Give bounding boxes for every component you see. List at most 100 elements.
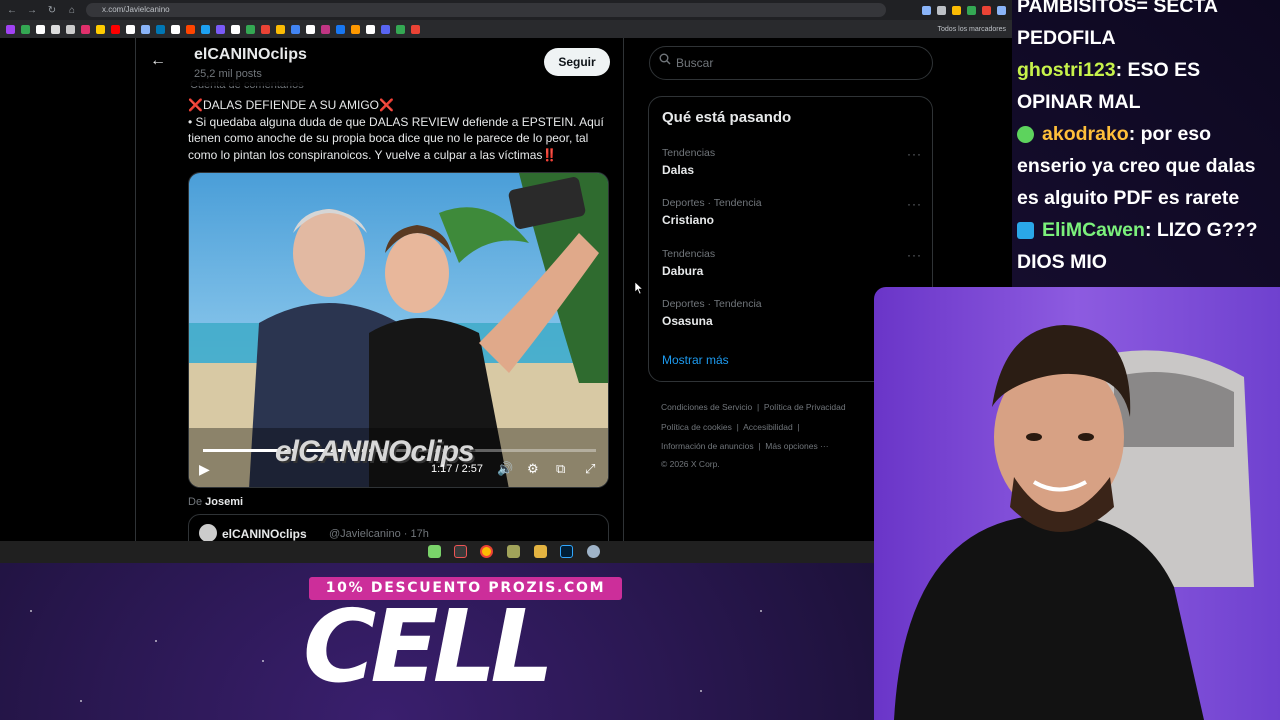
footer-divider: | xyxy=(795,421,800,432)
trends-title: Qué está pasando xyxy=(662,109,792,126)
bookmark-icon[interactable] xyxy=(111,24,120,34)
volume-icon[interactable]: 🔊 xyxy=(497,461,513,477)
bookmark-icon[interactable] xyxy=(231,24,240,34)
follow-button[interactable]: Seguir xyxy=(544,48,610,76)
bookmark-icon[interactable] xyxy=(156,24,165,34)
bookmark-icon[interactable] xyxy=(276,24,285,34)
more-options-icon[interactable]: ··· xyxy=(907,147,922,161)
footer-accessibility-link[interactable]: Accesibilidad xyxy=(743,422,793,432)
quoted-post[interactable]: elCANINOclips @Javielcanino · 17h xyxy=(188,514,609,543)
pip-icon[interactable]: ⧉ xyxy=(556,461,565,477)
footer-divider: | xyxy=(754,402,764,412)
chat-message: PAMBISITOS= SECTA PEDOFILA xyxy=(1017,0,1218,49)
more-options-icon[interactable]: ··· xyxy=(907,248,922,262)
profile-timeline: Cuenta de comentarios ← elCANINOclips 25… xyxy=(135,38,624,543)
star-icon[interactable] xyxy=(952,5,961,15)
webcam-image xyxy=(874,287,1280,720)
taskbar-app-icon[interactable] xyxy=(454,545,467,558)
bookmark-icon[interactable] xyxy=(201,24,210,34)
bookmark-icon[interactable] xyxy=(381,24,390,34)
extension-icons xyxy=(922,5,1006,15)
play-icon[interactable]: ▶ xyxy=(199,461,210,478)
bookmark-icon[interactable] xyxy=(306,24,315,34)
promo-title: CELL xyxy=(303,588,554,705)
trend-name: Cristiano xyxy=(662,213,715,227)
bookmark-icon[interactable] xyxy=(186,24,195,34)
chrome-icon[interactable] xyxy=(480,545,493,558)
taskbar xyxy=(0,541,1012,563)
chat-message: EliMCawen: LIZO G??? DIOS MIO xyxy=(1017,214,1280,278)
home-icon[interactable]: ⌂ xyxy=(66,5,78,16)
extension-icon[interactable] xyxy=(982,5,991,15)
bookmarks-folder[interactable]: Todos los marcadores xyxy=(938,26,1006,33)
footer-terms-link[interactable]: Condiciones de Servicio xyxy=(661,402,752,412)
reload-icon[interactable]: ↻ xyxy=(46,5,58,16)
video-player[interactable]: elCANINOclips ▶ 1:17 / 2:57 🔊 ⚙ ⧉ ⤢ xyxy=(188,172,609,488)
chat-username: EliMCawen xyxy=(1042,219,1145,241)
avatar[interactable] xyxy=(199,524,217,542)
taskbar-app-icon[interactable] xyxy=(428,545,441,558)
extension-icon[interactable] xyxy=(922,5,931,15)
profile-name: elCANINOclips xyxy=(194,46,307,63)
footer-ads-link[interactable]: Información de anuncios xyxy=(661,441,754,451)
star-decoration xyxy=(700,690,702,692)
settings-gear-icon[interactable]: ⚙ xyxy=(527,461,539,477)
bookmark-icon[interactable] xyxy=(396,24,405,34)
more-options-icon[interactable]: ··· xyxy=(907,197,922,211)
browser-window: ← → ↻ ⌂ x.com/Javielcanino Todos los mar… xyxy=(0,0,1012,563)
bookmark-icon[interactable] xyxy=(321,24,330,34)
bookmark-icon[interactable] xyxy=(6,24,15,34)
bookmark-icon[interactable] xyxy=(81,24,90,34)
fullscreen-icon[interactable]: ⤢ xyxy=(585,461,595,477)
star-decoration xyxy=(262,660,264,662)
cube-badge-icon xyxy=(1017,222,1034,240)
trend-item[interactable]: Tendencias Dabura ··· xyxy=(662,248,922,288)
bookmark-icon[interactable] xyxy=(246,24,255,34)
bookmark-icon[interactable] xyxy=(366,24,375,34)
show-more-link[interactable]: Mostrar más xyxy=(662,353,729,367)
bookmark-icon[interactable] xyxy=(21,24,30,34)
footer-more-link[interactable]: Más opciones ··· xyxy=(765,441,828,451)
quoted-author-name[interactable]: elCANINOclips xyxy=(222,527,307,541)
search-input[interactable]: Buscar xyxy=(649,46,933,80)
taskbar-app-icon[interactable] xyxy=(587,545,600,558)
chat-username: akodrako xyxy=(1042,123,1129,145)
bookmark-icon[interactable] xyxy=(51,24,60,34)
bookmark-icon[interactable] xyxy=(96,24,105,34)
trend-item[interactable]: Deportes · Tendencia Cristiano ··· xyxy=(662,197,922,237)
extension-icon[interactable] xyxy=(967,5,976,15)
bookmark-icon[interactable] xyxy=(36,24,45,34)
taskbar-app-icon[interactable] xyxy=(507,545,520,558)
source-name[interactable]: Josemi xyxy=(205,496,243,508)
footer-cookies-link[interactable]: Política de cookies xyxy=(661,422,732,432)
trend-category: Tendencias xyxy=(662,147,716,159)
trend-item[interactable]: Tendencias Dalas ··· xyxy=(662,147,922,187)
bookmark-icon[interactable] xyxy=(261,24,270,34)
stream-scene: ← → ↻ ⌂ x.com/Javielcanino Todos los mar… xyxy=(0,0,1280,720)
bookmark-icon[interactable] xyxy=(411,24,420,34)
folder-icon[interactable] xyxy=(534,545,547,558)
back-nav-icon[interactable]: ← xyxy=(6,5,18,16)
star-decoration xyxy=(30,610,32,612)
bookmark-icon[interactable] xyxy=(171,24,180,34)
chat-badge-icon xyxy=(1017,126,1034,144)
photoshop-icon[interactable] xyxy=(560,545,573,558)
video-time: 1:17 / 2:57 xyxy=(431,463,483,475)
url-bar[interactable]: x.com/Javielcanino xyxy=(86,3,886,17)
bookmark-icon[interactable] xyxy=(351,24,360,34)
bookmark-icon[interactable] xyxy=(141,24,150,34)
footer-privacy-link[interactable]: Política de Privacidad xyxy=(764,402,846,412)
post-text: ❌DALAS DEFIENDE A SU AMIGO❌ • Si quedaba… xyxy=(188,97,613,163)
stream-chat: PAMBISITOS= SECTA PEDOFILA ghostri123: E… xyxy=(1017,0,1280,278)
bookmark-icon[interactable] xyxy=(336,24,345,34)
bookmark-icon[interactable] xyxy=(216,24,225,34)
footer-divider: | xyxy=(756,441,766,451)
bookmark-icon[interactable] xyxy=(126,24,135,34)
profile-icon[interactable] xyxy=(997,5,1006,15)
extension-icon[interactable] xyxy=(937,5,946,15)
webcam-feed xyxy=(874,287,1280,720)
bookmark-icon[interactable] xyxy=(291,24,300,34)
forward-nav-icon[interactable]: → xyxy=(26,5,38,16)
arrow-left-icon[interactable]: ← xyxy=(150,52,166,70)
bookmark-icon[interactable] xyxy=(66,24,75,34)
